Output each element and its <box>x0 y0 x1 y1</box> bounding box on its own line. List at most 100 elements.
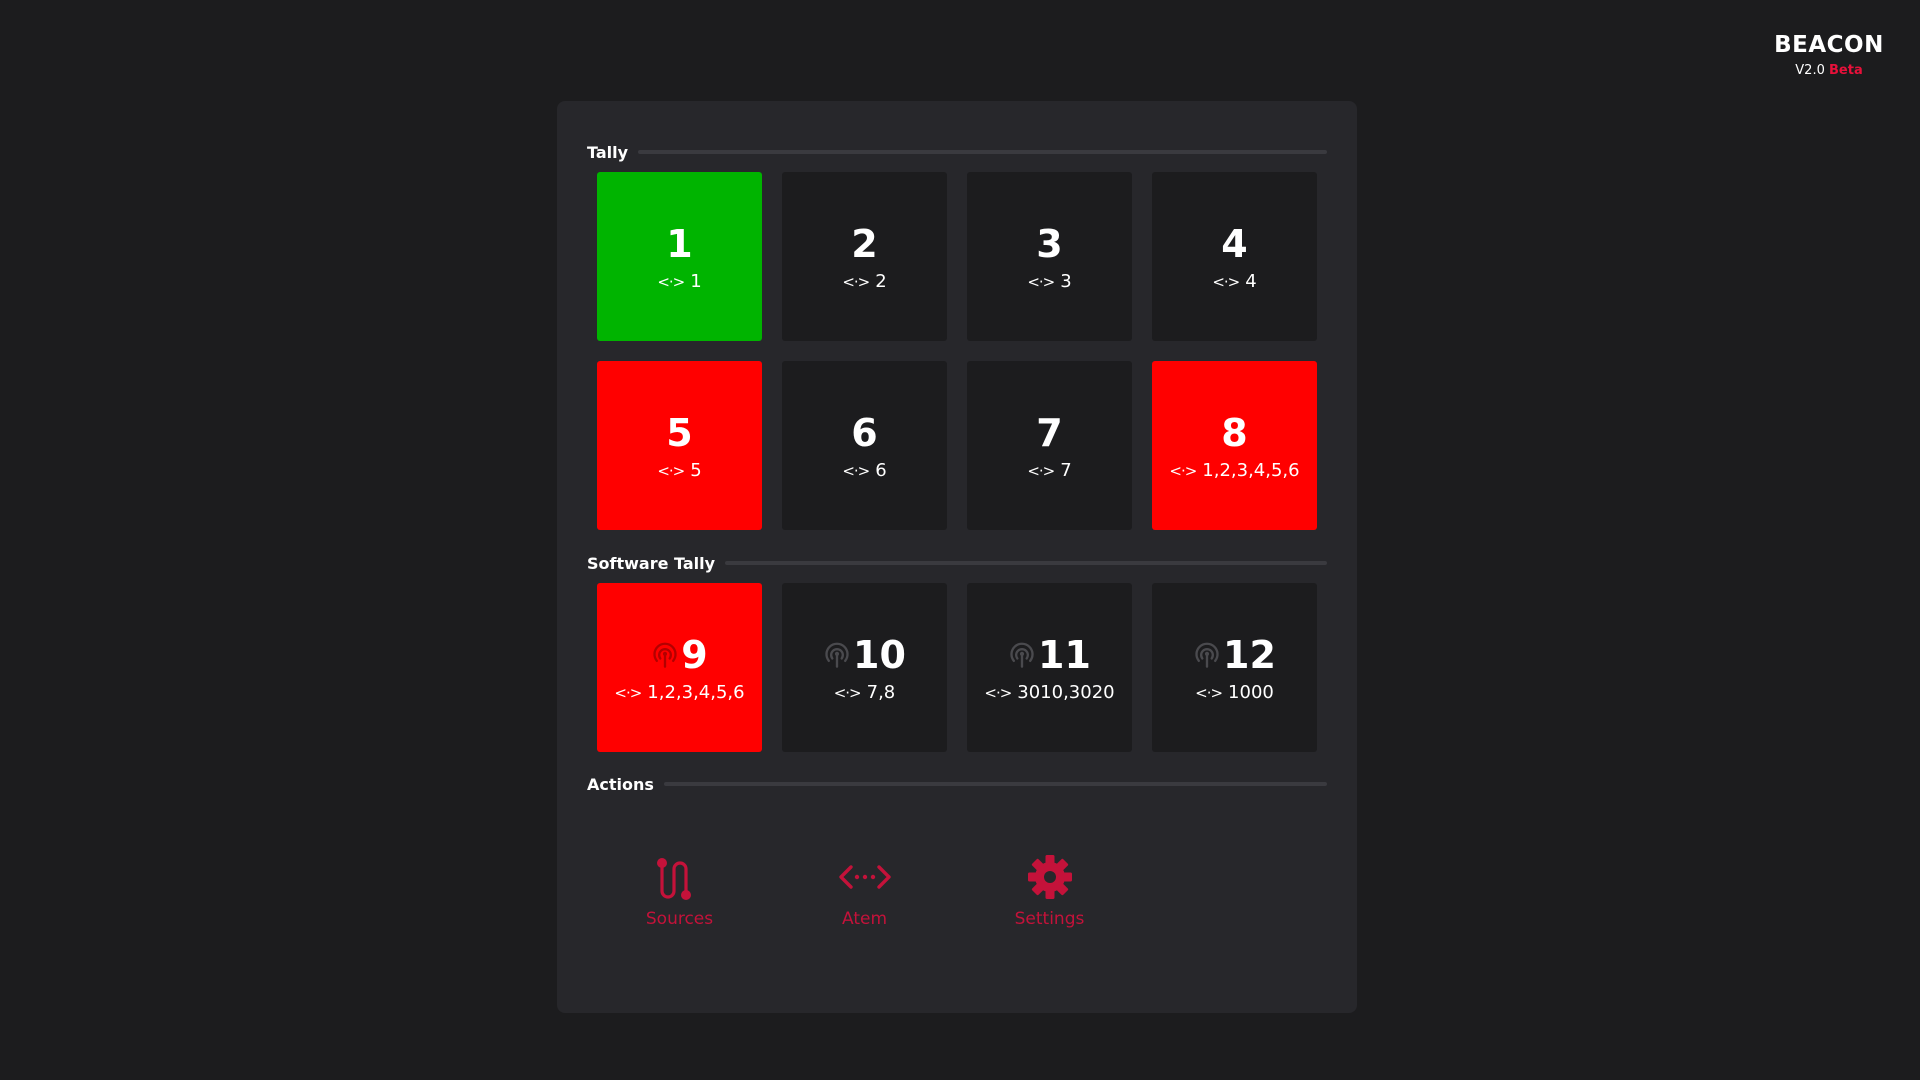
software-tally-section-title: Software Tally <box>587 553 716 573</box>
tally-tile[interactable]: 9 <·> 1,2,3,4,5,6 <box>597 583 762 752</box>
left-right-arrow-icon: <·> <box>1212 272 1240 291</box>
software-tally-section-header: Software Tally <box>587 551 1327 575</box>
tally-tile[interactable]: 12 <·> 1000 <box>1152 583 1317 752</box>
version-number: V2.0 <box>1795 63 1825 78</box>
left-right-arrow-icon: <·> <box>842 461 870 480</box>
tally-section-title: Tally <box>587 142 629 162</box>
tile-mapping-value: 7 <box>1060 459 1072 481</box>
tally-tile[interactable]: 11 <·> 3010,3020 <box>967 583 1132 752</box>
tile-number-row: 5 <box>666 410 692 456</box>
broadcast-icon <box>825 642 849 668</box>
tile-mapping-value: 1000 <box>1228 681 1274 703</box>
section-divider <box>638 150 1327 154</box>
left-right-arrow-icon: <·> <box>984 683 1012 702</box>
tally-tile[interactable]: 4 <·> 4 <box>1152 172 1317 341</box>
tile-mapping-value: 1,2,3,4,5,6 <box>1202 459 1300 481</box>
tile-number-row: 6 <box>851 410 877 456</box>
broadcast-icon <box>1010 642 1034 668</box>
tile-number-row: 7 <box>1036 410 1062 456</box>
route-icon <box>656 858 691 900</box>
tile-mapping-value: 3 <box>1060 270 1072 292</box>
action-label: Sources <box>645 909 714 929</box>
action-label: Settings <box>1014 909 1085 929</box>
tile-number-row: 9 <box>651 632 708 678</box>
left-right-arrow-icon: <·> <box>833 683 862 702</box>
tally-tile[interactable]: 10 <·> 7,8 <box>782 583 947 752</box>
tile-mapping: <·> 1,2,3,4,5,6 <box>1169 460 1299 482</box>
tally-tile[interactable]: 8 <·> 1,2,3,4,5,6 <box>1152 361 1317 530</box>
software-tally-grid: 9 <·> 1,2,3,4,5,6 10 <·> 7,8 11 <·> 3010,3020 12 <… <box>597 583 1317 752</box>
tile-mapping: <·> 1,2,3,4,5,6 <box>614 682 744 704</box>
broadcast-icon <box>1195 642 1219 668</box>
tally-tile[interactable]: 3 <·> 3 <box>967 172 1132 341</box>
tile-mapping: <·> 1 <box>657 271 701 293</box>
tile-number: 5 <box>666 410 693 455</box>
code-arrows-icon <box>838 865 891 889</box>
tile-number-row: 12 <box>1193 632 1276 678</box>
left-right-arrow-icon: <·> <box>657 461 685 480</box>
tile-number-row: 4 <box>1221 221 1247 267</box>
tile-number: 7 <box>1036 410 1063 455</box>
tile-mapping-value: 6 <box>875 459 887 481</box>
sources-action-button[interactable]: Sources <box>597 849 762 929</box>
left-right-arrow-icon: <·> <box>657 272 685 291</box>
tile-mapping: <·> 1000 <box>1195 682 1274 704</box>
action-label: Atem <box>841 909 887 929</box>
tile-mapping: <·> 7,8 <box>834 682 896 704</box>
atem-action-button[interactable]: Atem <box>782 849 947 929</box>
tile-mapping: <·> 6 <box>842 460 886 482</box>
settings-action-button[interactable]: Settings <box>967 849 1132 929</box>
tile-mapping: <·> 5 <box>657 460 701 482</box>
left-right-arrow-icon: <·> <box>1169 461 1197 480</box>
main-panel: Tally 1 <·> 1 2 <·> 2 3 <·> 3 4 <·> 4 5 <·> 5 6 <·> 6 7 <·>… <box>557 101 1357 1013</box>
tile-mapping: <·> 2 <box>842 271 886 293</box>
tile-number: 3 <box>1036 221 1063 266</box>
tile-number-row: 3 <box>1036 221 1062 267</box>
tile-mapping-value: 1 <box>690 270 702 292</box>
tile-mapping-value: 7,8 <box>866 681 896 703</box>
tile-number: 8 <box>1221 410 1248 455</box>
tally-grid: 1 <·> 1 2 <·> 2 3 <·> 3 4 <·> 4 5 <·> 5 6 <·> 6 7 <·> 7 8 <·> 1… <box>597 172 1317 530</box>
tally-tile[interactable]: 1 <·> 1 <box>597 172 762 341</box>
tile-number: 6 <box>851 410 878 455</box>
left-right-arrow-icon: <·> <box>1027 461 1055 480</box>
version-info: V2.0 Beta <box>1774 62 1884 80</box>
tile-mapping-value: 1,2,3,4,5,6 <box>647 681 745 703</box>
tile-number: 4 <box>1221 221 1248 266</box>
tally-tile[interactable]: 2 <·> 2 <box>782 172 947 341</box>
tile-number-row: 2 <box>851 221 877 267</box>
tile-number-row: 1 <box>666 221 692 267</box>
tile-number: 11 <box>1038 632 1091 677</box>
tile-mapping: <·> 7 <box>1027 460 1071 482</box>
left-right-arrow-icon: <·> <box>614 683 642 702</box>
tile-mapping-value: 2 <box>875 270 887 292</box>
tile-number: 10 <box>853 632 906 677</box>
tile-mapping: <·> 4 <box>1212 271 1256 293</box>
tally-tile[interactable]: 5 <·> 5 <box>597 361 762 530</box>
tile-number: 1 <box>666 221 693 266</box>
actions-section-title: Actions <box>587 774 654 794</box>
left-right-arrow-icon: <·> <box>1195 683 1223 702</box>
tally-section-header: Tally <box>587 140 1327 164</box>
tile-number-row: 10 <box>823 632 906 678</box>
tile-mapping: <·> 3 <box>1027 271 1071 293</box>
brand-name: BEACON <box>1774 32 1884 58</box>
tile-mapping-value: 5 <box>690 459 702 481</box>
tile-number: 12 <box>1223 632 1276 677</box>
tile-number: 9 <box>681 632 708 677</box>
beta-badge: Beta <box>1829 63 1863 78</box>
broadcast-icon <box>653 642 677 668</box>
brand: BEACON V2.0 Beta <box>1774 30 1884 80</box>
tile-mapping: <·> 3010,3020 <box>984 682 1114 704</box>
tally-tile[interactable]: 6 <·> 6 <box>782 361 947 530</box>
section-divider <box>663 782 1327 786</box>
section-divider <box>725 561 1327 565</box>
tally-tile[interactable]: 7 <·> 7 <box>967 361 1132 530</box>
tile-mapping-value: 3010,3020 <box>1017 681 1115 703</box>
gear-icon <box>1027 855 1072 899</box>
tile-number-row: 11 <box>1008 632 1091 678</box>
actions-row: Sources Atem Settings <box>597 849 1132 929</box>
tile-number-row: 8 <box>1221 410 1247 456</box>
tile-number: 2 <box>851 221 878 266</box>
actions-section-header: Actions <box>587 772 1327 796</box>
